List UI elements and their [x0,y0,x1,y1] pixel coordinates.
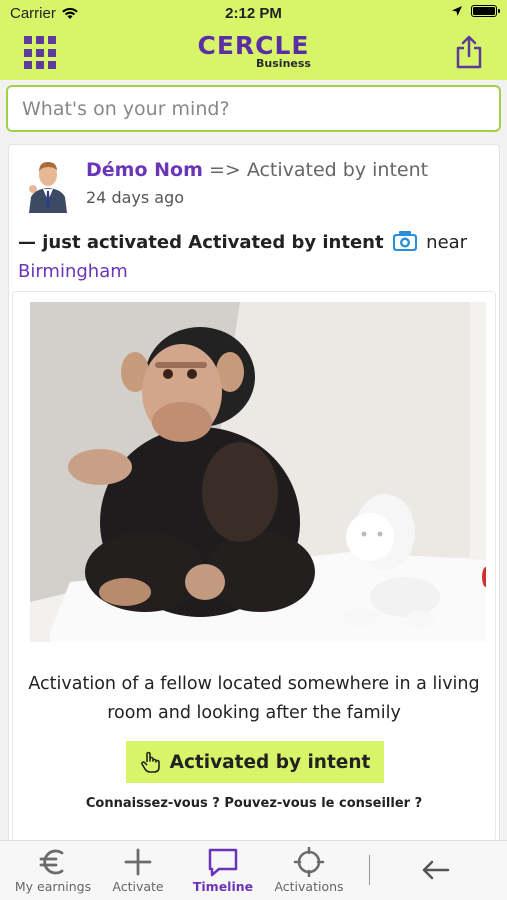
author-name-link[interactable]: Démo Nom [86,159,203,181]
tab-label-timeline: Timeline [192,879,254,894]
tab-my-earnings[interactable]: My earnings [5,847,101,894]
share-icon [456,35,482,69]
app-header: Carrier 2:12 PM CERCLE Business [0,0,507,80]
post-activity: — just activated Activated by intent nea… [18,228,493,286]
back-button[interactable] [418,857,452,883]
status-input[interactable]: What's on your mind? [6,85,501,132]
clock: 2:12 PM [225,5,282,22]
author-action: => Activated by intent [208,159,429,181]
activation-media: Activation of a fellow located somewhere… [12,291,496,841]
activity-text: — just activated Activated by intent [18,232,384,253]
tab-label-my-earnings: My earnings [14,879,92,894]
post-card: Démo Nom => Activated by intent 24 days … [8,144,500,844]
battery-icon [471,5,500,17]
tab-label-activate: Activate [112,879,164,894]
brand-logo: CERCLE Business [0,31,507,70]
chat-icon [208,848,238,877]
location-link[interactable]: Birmingham [18,261,128,282]
avatar[interactable] [25,155,71,213]
euro-icon [39,849,64,875]
camera-icon [392,231,417,251]
tab-activate[interactable]: Activate [90,847,186,894]
hand-pointer-icon [140,751,160,773]
tab-activations[interactable]: Activations [261,847,357,894]
tab-separator [369,855,370,885]
cta-label: Activated by intent [169,751,371,773]
post-author-line: Démo Nom => Activated by intent [86,159,428,181]
status-input-placeholder: What's on your mind? [22,97,230,120]
share-button[interactable] [455,34,483,70]
location-arrow-icon [452,6,462,16]
activation-photo[interactable] [30,302,486,642]
advice-question: Connaissez-vous ? Pouvez-vous le conseil… [85,796,423,811]
tab-bar: My earnings Activate Timeline Activation… [0,840,507,900]
activation-caption: Activation of a fellow located somewhere… [28,674,480,723]
status-bar: Carrier 2:12 PM [0,0,507,28]
activity-near: near [426,232,468,253]
activated-by-intent-button[interactable]: Activated by intent [126,741,384,783]
plus-icon [124,848,152,876]
tab-timeline[interactable]: Timeline [175,847,271,894]
arrow-left-icon [422,860,450,880]
brand-subtitle: Business [256,57,311,70]
crosshair-icon [293,847,325,877]
post-timestamp: 24 days ago [86,188,185,207]
tab-label-activations: Activations [274,879,344,894]
brand-title: CERCLE [197,31,310,60]
